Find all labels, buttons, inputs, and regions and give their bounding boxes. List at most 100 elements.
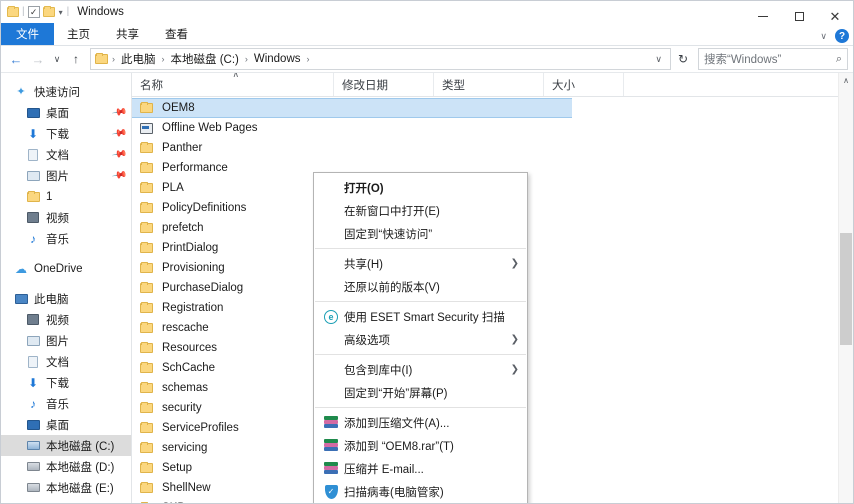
vertical-scrollbar[interactable]: ∧	[838, 73, 853, 504]
folder-icon	[140, 203, 156, 213]
crumb-separator-1[interactable]: ›	[161, 54, 166, 64]
address-dropdown-icon[interactable]: ∨	[651, 54, 666, 65]
up-button[interactable]: ↑	[66, 48, 86, 70]
sidebar-item-onedrive[interactable]: ☁ OneDrive	[1, 258, 131, 279]
file-name: PLA	[162, 182, 184, 194]
sidebar-item-music[interactable]: ♪ 音乐	[1, 393, 131, 414]
file-name: Performance	[162, 162, 228, 174]
column-header-name[interactable]: 名称 ∧	[132, 73, 334, 96]
file-name: OEM8	[162, 102, 195, 114]
menu-item-compress-and-email[interactable]: 压缩并 E-mail...	[314, 457, 527, 480]
column-header-size[interactable]: 大小	[544, 73, 624, 96]
properties-icon[interactable]: ✓	[28, 6, 40, 18]
folder-icon	[140, 183, 156, 193]
sidebar-item-music-qa[interactable]: ♪ 音乐	[1, 228, 131, 249]
window-title: Windows	[77, 6, 124, 18]
table-row[interactable]: Offline Web Pages	[132, 118, 853, 138]
menu-item-pin-to-start[interactable]: 固定到“开始”屏幕(P)	[314, 381, 527, 404]
pin-icon[interactable]: 📌	[111, 167, 128, 183]
sidebar-label: 桌面	[46, 417, 125, 433]
pin-icon[interactable]: 📌	[111, 146, 128, 162]
breadcrumb-this-pc[interactable]: 此电脑	[119, 51, 158, 67]
sidebar-item-downloads[interactable]: ⬇ 下载 📌	[1, 123, 131, 144]
back-button[interactable]: ←	[6, 48, 26, 70]
menu-item-advanced-options[interactable]: 高级选项 ❯	[314, 328, 527, 351]
menu-item-include-in-library[interactable]: 包含到库中(I) ❯	[314, 358, 527, 381]
winrar-icon	[322, 462, 340, 475]
sidebar-item-folder-1[interactable]: 1	[1, 186, 131, 207]
sidebar-item-this-pc[interactable]: 此电脑	[1, 288, 131, 309]
scroll-up-icon[interactable]: ∧	[839, 73, 853, 88]
menu-item-label: 添加到 “OEM8.rar”(T)	[344, 438, 527, 454]
sidebar-item-desktop[interactable]: 桌面 📌	[1, 102, 131, 123]
breadcrumb-local-disk-c[interactable]: 本地磁盘 (C:)	[169, 51, 241, 67]
menu-item-add-to-archive[interactable]: 添加到压缩文件(A)...	[314, 411, 527, 434]
address-path-field[interactable]: › 此电脑 › 本地磁盘 (C:) › Windows › ∨	[90, 48, 671, 70]
tab-file[interactable]: 文件	[1, 23, 54, 45]
sidebar-item-videos-qa[interactable]: 视频	[1, 207, 131, 228]
pictures-icon	[25, 168, 41, 184]
sidebar-item-local-disk-c[interactable]: 本地磁盘 (C:)	[1, 435, 131, 456]
star-icon: ✦	[13, 84, 29, 100]
sidebar-label: 下载	[46, 126, 113, 142]
sidebar-item-videos[interactable]: 视频	[1, 309, 131, 330]
folder-icon	[140, 263, 156, 273]
recent-locations-button[interactable]: ∨	[50, 48, 64, 70]
winrar-icon	[322, 416, 340, 429]
sidebar-item-pictures[interactable]: 图片 📌	[1, 165, 131, 186]
crumb-separator-3[interactable]: ›	[306, 54, 311, 64]
collapse-ribbon-icon[interactable]: ∨	[820, 31, 827, 42]
menu-item-scan-virus[interactable]: ✓ 扫描病毒(电脑管家)	[314, 480, 527, 503]
file-name: PrintDialog	[162, 242, 218, 254]
scan-shield-icon: ✓	[322, 485, 340, 499]
crumb-separator-2[interactable]: ›	[244, 54, 249, 64]
maximize-icon	[795, 12, 804, 21]
search-input[interactable]: 搜索“Windows”	[704, 51, 836, 67]
sidebar-item-pictures-pc[interactable]: 图片	[1, 330, 131, 351]
folder-icon	[140, 143, 156, 153]
close-icon: ✕	[830, 10, 841, 23]
breadcrumb-windows[interactable]: Windows	[252, 53, 303, 65]
help-icon[interactable]: ?	[835, 29, 849, 43]
table-row[interactable]: Panther	[132, 138, 853, 158]
pictures-icon	[25, 333, 41, 349]
forward-button[interactable]: →	[28, 48, 48, 70]
refresh-button[interactable]: ↻	[673, 48, 693, 70]
column-header-size-label: 大小	[552, 77, 575, 93]
menu-item-eset-scan[interactable]: e 使用 ESET Smart Security 扫描	[314, 305, 527, 328]
column-header-type[interactable]: 类型	[434, 73, 544, 96]
scrollbar-thumb[interactable]	[840, 233, 852, 345]
sidebar-item-desktop-pc[interactable]: 桌面	[1, 414, 131, 435]
qat-chevron-down-icon[interactable]: ▾	[59, 8, 63, 17]
sidebar-item-quick-access[interactable]: ✦ 快速访问	[1, 81, 131, 102]
sidebar-item-downloads-pc[interactable]: ⬇ 下载	[1, 372, 131, 393]
file-name: prefetch	[162, 222, 204, 234]
tab-share[interactable]: 共享	[103, 23, 152, 45]
sidebar-item-local-disk-d[interactable]: 本地磁盘 (D:)	[1, 456, 131, 477]
sidebar-item-local-disk-e[interactable]: 本地磁盘 (E:)	[1, 477, 131, 498]
sidebar-label: 音乐	[46, 396, 125, 412]
menu-item-open-new-window[interactable]: 在新窗口中打开(E)	[314, 199, 527, 222]
pin-icon[interactable]: 📌	[111, 104, 128, 120]
menu-item-open[interactable]: 打开(O)	[314, 176, 527, 199]
sidebar-item-documents-pc[interactable]: 文档	[1, 351, 131, 372]
search-box[interactable]: 搜索“Windows” ⌕	[698, 48, 848, 70]
menu-item-pin-to-quick-access[interactable]: 固定到“快速访问”	[314, 222, 527, 245]
menu-item-share[interactable]: 共享(H) ❯	[314, 252, 527, 275]
column-header-date[interactable]: 修改日期	[334, 73, 434, 96]
pc-icon	[13, 291, 29, 307]
file-name: servicing	[162, 442, 207, 454]
pin-icon[interactable]: 📌	[111, 125, 128, 141]
tab-home[interactable]: 主页	[54, 23, 103, 45]
explorer-app-icon	[7, 7, 19, 17]
tab-view[interactable]: 查看	[152, 23, 201, 45]
menu-item-label: 包含到库中(I)	[344, 362, 511, 378]
sidebar-gap-3	[1, 498, 131, 504]
sidebar-item-documents[interactable]: 文档 📌	[1, 144, 131, 165]
sidebar-label: 文档	[46, 147, 113, 163]
new-folder-icon[interactable]	[43, 7, 55, 17]
menu-item-restore-previous-versions[interactable]: 还原以前的版本(V)	[314, 275, 527, 298]
menu-item-add-to-oem8-rar[interactable]: 添加到 “OEM8.rar”(T)	[314, 434, 527, 457]
table-row[interactable]: OEM8	[132, 98, 572, 118]
explorer-body: ✦ 快速访问 桌面 📌 ⬇ 下载 📌 文档 📌 图片 📌	[1, 73, 853, 504]
